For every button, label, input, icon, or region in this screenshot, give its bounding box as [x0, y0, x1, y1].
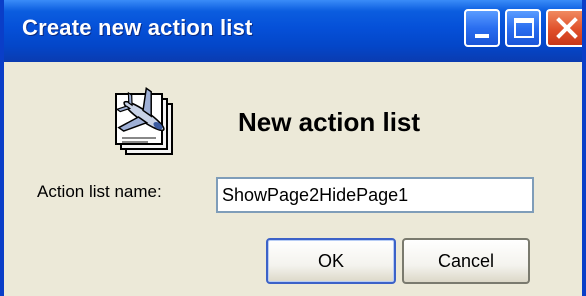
- cancel-button[interactable]: Cancel: [402, 238, 530, 284]
- action-list-name-label: Action list name:: [37, 182, 162, 201]
- ok-button[interactable]: OK: [266, 238, 396, 284]
- minimize-button[interactable]: [464, 9, 500, 47]
- window-title: Create new action list: [22, 15, 253, 40]
- close-button[interactable]: [546, 9, 582, 47]
- dialog-window: Create new action list New action list A…: [0, 0, 586, 296]
- maximize-button[interactable]: [505, 9, 541, 47]
- dialog-heading: New action list: [238, 107, 421, 137]
- minimize-icon: [475, 34, 489, 38]
- airplane-pages-icon: [115, 86, 173, 155]
- close-icon: [556, 17, 578, 39]
- maximize-icon: [514, 18, 534, 38]
- title-bar[interactable]: Create new action list: [4, 0, 582, 62]
- action-list-name-input[interactable]: [216, 177, 534, 213]
